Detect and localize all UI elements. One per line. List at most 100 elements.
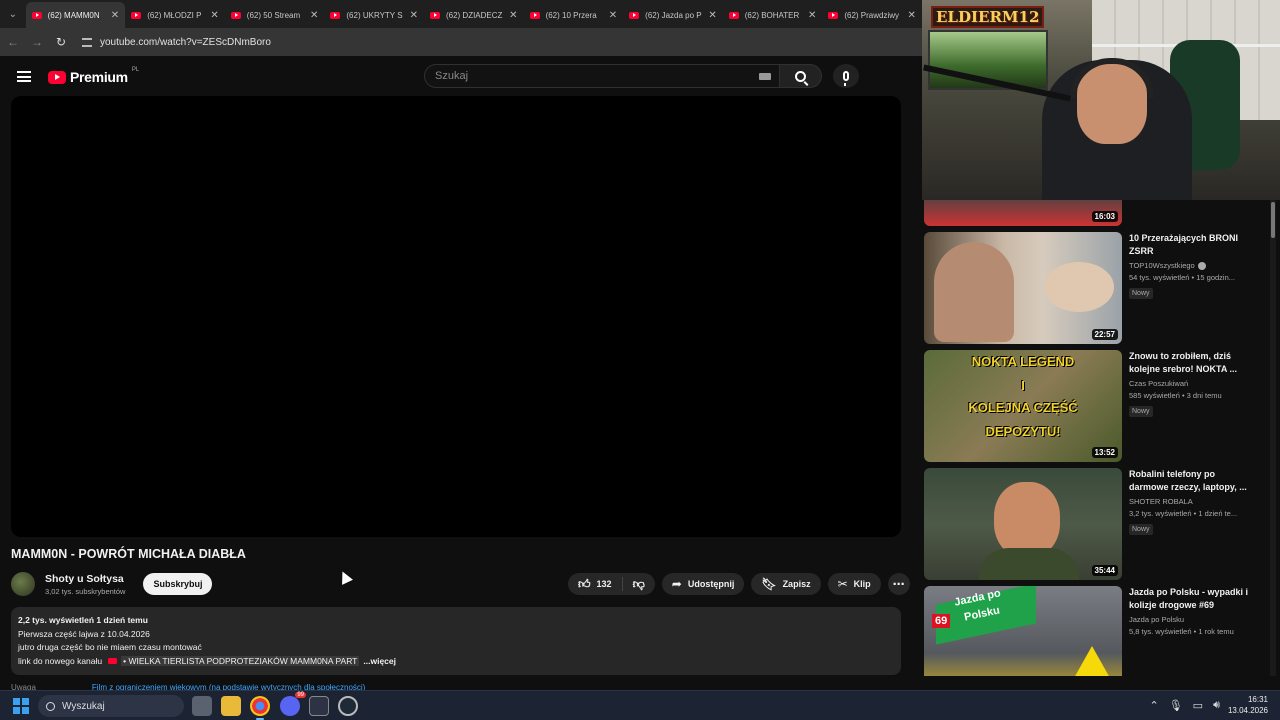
tab-title: (62) DZIADECZ [445, 10, 503, 20]
related-video-item[interactable]: 22:57 10 Przerażających BRONI ZSRR TOP10… [924, 232, 1254, 344]
url-field[interactable]: youtube.com/watch?v=ZEScDNmBoro [82, 37, 271, 48]
close-tab-icon[interactable]: ✕ [111, 10, 119, 21]
discord-icon[interactable]: 99 [280, 692, 306, 716]
browser-tab-6[interactable]: (62) Jazda po P ✕ [623, 2, 723, 28]
channel-name[interactable]: SHOTER ROBALA [1129, 497, 1193, 506]
browser-tab-1[interactable]: (62) MŁODZI P ✕ [125, 2, 225, 28]
tab-search-chevron-icon[interactable]: ⌄ [0, 0, 26, 28]
browser-tab-5[interactable]: (62) 10 Przera ✕ [524, 2, 624, 28]
related-channel[interactable]: TOP10Wszystkiego [1129, 261, 1254, 270]
video-player[interactable] [11, 96, 901, 537]
related-channel[interactable]: Czas Poszukiwań [1129, 379, 1254, 388]
channel-name[interactable]: Jazda po Polsku [1129, 615, 1184, 624]
page-scrollbar[interactable] [1270, 200, 1276, 676]
taskbar-clock[interactable]: 16:31 13.04.2026 [1228, 694, 1268, 716]
related-video-item[interactable]: 35:44 Robalini telefony po darmowe rzecz… [924, 468, 1254, 580]
site-settings-icon[interactable] [82, 37, 92, 47]
forward-icon[interactable]: → [30, 35, 44, 49]
network-icon[interactable]: ▭ [1193, 699, 1203, 712]
channel-name[interactable]: TOP10Wszystkiego [1129, 261, 1195, 270]
scrollbar-thumb[interactable] [1271, 202, 1275, 238]
close-tab-icon[interactable]: ✕ [509, 10, 517, 21]
new-badge: Nowy [1129, 524, 1153, 535]
windows-start-icon[interactable] [13, 698, 29, 714]
dislike-button[interactable]: 👎︎ [623, 573, 655, 595]
video-duration: 22:57 [1091, 329, 1118, 340]
related-title[interactable]: 10 Przerażających BRONI ZSRR [1129, 232, 1254, 258]
chrome-icon[interactable] [250, 696, 270, 720]
volume-icon[interactable]: 🔊︎ [1213, 699, 1220, 712]
save-button[interactable]: 🔖︎ Zapisz [751, 573, 821, 595]
related-thumbnail-partial[interactable]: 16:03 [924, 200, 1122, 226]
browser-tab-7[interactable]: (62) BOHATER ✕ [723, 2, 823, 28]
reload-icon[interactable]: ↻ [54, 35, 68, 49]
related-thumbnail[interactable]: Jazda po Polsku 69 [924, 586, 1122, 676]
search-placeholder: Szukaj [435, 70, 469, 82]
related-thumbnail[interactable]: 35:44 [924, 468, 1122, 580]
search-input[interactable]: Szukaj [424, 64, 780, 88]
related-channel[interactable]: Jazda po Polsku [1129, 615, 1254, 624]
description-link-line: link do nowego kanału • WIELKA TIERLISTA … [18, 655, 894, 669]
voice-search-button[interactable] [833, 64, 859, 88]
obs-icon[interactable] [338, 696, 358, 716]
search-button[interactable] [780, 64, 822, 88]
menu-icon[interactable] [17, 71, 31, 82]
related-thumbnail[interactable]: NOKTA LEGEND I KOLEJNA CZĘŚĆ DEPOZYTU! 1… [924, 350, 1122, 462]
video-title: MAMM0N - POWRÓT MICHAŁA DIABŁA [11, 547, 246, 561]
close-tab-icon[interactable]: ✕ [410, 10, 418, 21]
more-actions-button[interactable]: ⋯ [887, 573, 910, 595]
channel-name[interactable]: Shoty u Sołtysa [45, 573, 125, 585]
app-icon[interactable] [309, 696, 329, 716]
mouse-cursor [337, 568, 353, 585]
channel-avatar[interactable] [11, 572, 35, 596]
video-owner: Shoty u Sołtysa 3,02 tys. subskrybentów … [11, 571, 213, 597]
youtube-favicon-icon [429, 11, 440, 19]
bookmark-icon: 🔖︎ [761, 577, 777, 591]
browser-tab-4[interactable]: (62) DZIADECZ ✕ [424, 2, 524, 28]
task-view-icon[interactable] [192, 696, 212, 716]
related-video-item[interactable]: Jazda po Polsku 69 Jazda po Polsku - wyp… [924, 586, 1254, 676]
youtube-premium-logo[interactable]: Premium PL [48, 67, 139, 85]
channel-name[interactable]: Czas Poszukiwań [1129, 379, 1188, 388]
screen: ⌄ (62) MAMM0N ✕ (62) MŁODZI P ✕ (62) 50 St… [0, 0, 1280, 720]
file-explorer-icon[interactable] [221, 696, 241, 716]
url-text[interactable]: youtube.com/watch?v=ZEScDNmBoro [100, 37, 271, 48]
related-thumbnail[interactable]: 22:57 [924, 232, 1122, 344]
close-tab-icon[interactable]: ✕ [210, 10, 218, 21]
browser-tab-3[interactable]: (62) UKRYTY S ✕ [324, 2, 424, 28]
close-tab-icon[interactable]: ✕ [808, 10, 816, 21]
show-more-link[interactable]: ...więcej [363, 656, 396, 666]
browser-tab-0[interactable]: (62) MAMM0N ✕ [25, 2, 126, 28]
clip-label: Klip [853, 579, 871, 589]
youtube-favicon-icon [529, 11, 540, 19]
video-link-chip[interactable]: • WIELKA TIERLISTA PODPROTEZIAKÓW MAMM0N… [121, 655, 360, 666]
video-duration: 13:52 [1091, 447, 1118, 458]
related-video-item[interactable]: NOKTA LEGEND I KOLEJNA CZĘŚĆ DEPOZYTU! 1… [924, 350, 1254, 462]
related-title[interactable]: Jazda po Polsku - wypadki i kolizje drog… [1129, 586, 1254, 612]
back-icon[interactable]: ← [6, 35, 20, 49]
tab-title: (62) 50 Stream [246, 10, 301, 20]
subscribe-button[interactable]: Subskrybuj [143, 573, 213, 595]
thumbnail-episode-number: 69 [932, 614, 951, 628]
related-channel[interactable]: SHOTER ROBALA [1129, 497, 1254, 506]
close-tab-icon[interactable]: ✕ [908, 10, 916, 21]
thumbnail-missile [1044, 262, 1114, 312]
tray-chevron-icon[interactable]: ⌃ [1149, 699, 1158, 712]
close-tab-icon[interactable]: ✕ [708, 10, 716, 21]
tab-title: (62) 10 Przera [545, 10, 597, 20]
clip-button[interactable]: ✂ Klip [827, 573, 881, 595]
related-meta: 5,8 tys. wyświetleń • 1 rok temu [1129, 627, 1234, 636]
browser-tab-2[interactable]: (62) 50 Stream ✕ [225, 2, 325, 28]
description-box[interactable]: 2,2 tys. wyświetleń 1 dzień temu Pierwsz… [11, 607, 901, 675]
close-tab-icon[interactable]: ✕ [310, 10, 318, 21]
thumbnail-face [994, 482, 1060, 558]
share-button[interactable]: ➦ Udostępnij [661, 573, 745, 595]
related-title[interactable]: Znowu to zrobiłem, dziś kolejne srebro! … [1129, 350, 1254, 376]
like-button[interactable]: 👍︎ 132 [568, 573, 622, 595]
browser-tab-8[interactable]: (62) Prawdziwy ✕ [822, 2, 922, 28]
microphone-icon[interactable]: 🎙︎ [1169, 699, 1183, 712]
keyboard-icon[interactable] [759, 73, 771, 80]
related-title[interactable]: Robalini telefony po darmowe rzeczy, lap… [1129, 468, 1254, 494]
close-tab-icon[interactable]: ✕ [609, 10, 617, 21]
taskbar-search[interactable]: Wyszukaj [38, 695, 184, 717]
